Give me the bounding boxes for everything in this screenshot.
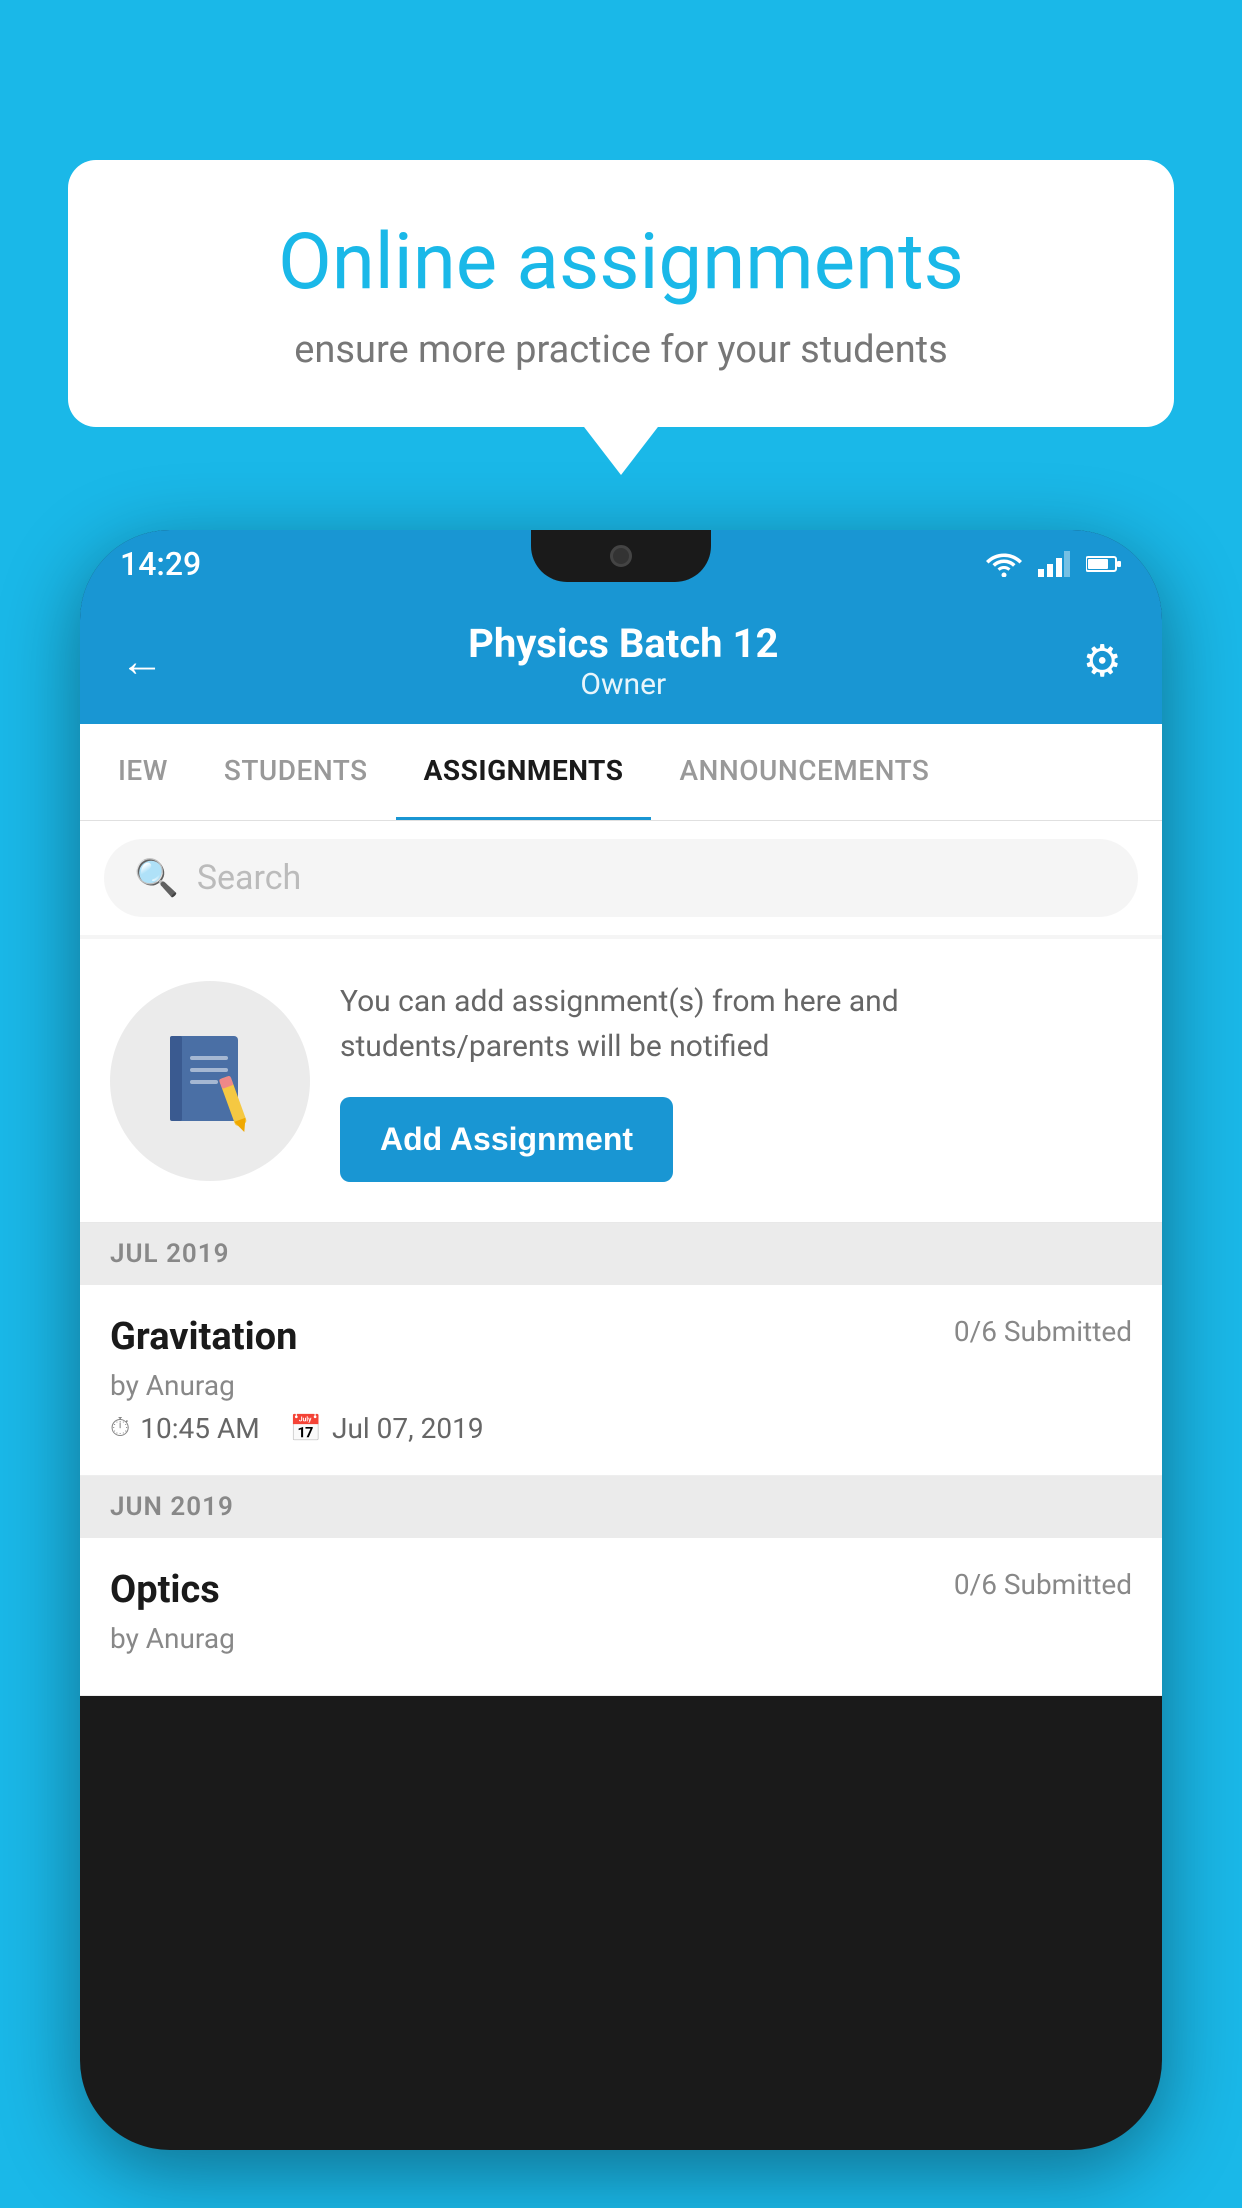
search-icon: 🔍 bbox=[134, 857, 179, 899]
add-assignment-button[interactable]: Add Assignment bbox=[340, 1097, 673, 1182]
status-icons bbox=[986, 551, 1122, 577]
tab-announcements[interactable]: ANNOUNCEMENTS bbox=[651, 724, 957, 820]
search-bar[interactable]: 🔍 Search bbox=[104, 839, 1138, 917]
tab-assignments[interactable]: ASSIGNMENTS bbox=[396, 724, 652, 820]
app-header: ← Physics Batch 12 Owner ⚙ bbox=[80, 598, 1162, 724]
promo-icon-circle bbox=[110, 981, 310, 1181]
assignment-author-optics: by Anurag bbox=[110, 1622, 1132, 1655]
speech-bubble-title: Online assignments bbox=[138, 220, 1104, 306]
assignment-author: by Anurag bbox=[110, 1369, 1132, 1402]
assignment-time: 10:45 AM bbox=[140, 1412, 259, 1445]
notch bbox=[531, 530, 711, 582]
assignment-submitted-optics: 0/6 Submitted bbox=[954, 1568, 1132, 1601]
assignment-submitted: 0/6 Submitted bbox=[954, 1315, 1132, 1348]
assignment-name: Gravitation bbox=[110, 1315, 297, 1359]
back-button[interactable]: ← bbox=[120, 635, 164, 687]
promo-text: You can add assignment(s) from here and … bbox=[340, 979, 1132, 1069]
app-content: 🔍 Search bbox=[80, 821, 1162, 1696]
header-subtitle: Owner bbox=[468, 667, 778, 702]
assignment-item-optics[interactable]: Optics 0/6 Submitted by Anurag bbox=[80, 1538, 1162, 1696]
calendar-icon: 📅 bbox=[290, 1414, 322, 1444]
assignment-meta: ⏱ 10:45 AM 📅 Jul 07, 2019 bbox=[110, 1412, 1132, 1445]
phone-container: 14:29 bbox=[80, 530, 1162, 2208]
settings-button[interactable]: ⚙ bbox=[1083, 635, 1122, 687]
assignment-name-optics: Optics bbox=[110, 1568, 220, 1612]
promo-text-group: You can add assignment(s) from here and … bbox=[340, 979, 1132, 1182]
promo-section: You can add assignment(s) from here and … bbox=[80, 939, 1162, 1223]
tabs-bar: IEW STUDENTS ASSIGNMENTS ANNOUNCEMENTS bbox=[80, 724, 1162, 821]
clock-icon: ⏱ bbox=[110, 1413, 130, 1444]
assignment-date: Jul 07, 2019 bbox=[332, 1412, 484, 1445]
header-title: Physics Batch 12 bbox=[468, 620, 778, 667]
search-container: 🔍 Search bbox=[80, 821, 1162, 935]
speech-bubble-subtitle: ensure more practice for your students bbox=[138, 328, 1104, 372]
battery-icon bbox=[1086, 554, 1122, 574]
assignment-row-top-optics: Optics 0/6 Submitted bbox=[110, 1568, 1132, 1612]
section-header-jul: JUL 2019 bbox=[80, 1223, 1162, 1285]
tab-overview[interactable]: IEW bbox=[90, 724, 196, 820]
tab-students[interactable]: STUDENTS bbox=[196, 724, 396, 820]
status-bar: 14:29 bbox=[80, 530, 1162, 598]
wifi-icon bbox=[986, 551, 1022, 577]
speech-bubble-container: Online assignments ensure more practice … bbox=[68, 160, 1174, 427]
header-title-group: Physics Batch 12 Owner bbox=[468, 620, 778, 702]
status-time: 14:29 bbox=[120, 545, 201, 583]
notch-camera bbox=[610, 545, 632, 567]
search-placeholder: Search bbox=[197, 858, 301, 898]
signal-icon bbox=[1038, 551, 1070, 577]
meta-date: 📅 Jul 07, 2019 bbox=[290, 1412, 484, 1445]
assignment-item-gravitation[interactable]: Gravitation 0/6 Submitted by Anurag ⏱ 10… bbox=[80, 1285, 1162, 1476]
phone-frame: 14:29 bbox=[80, 530, 1162, 2150]
notebook-icon bbox=[155, 1026, 265, 1136]
section-header-jun: JUN 2019 bbox=[80, 1476, 1162, 1538]
speech-bubble: Online assignments ensure more practice … bbox=[68, 160, 1174, 427]
meta-time: ⏱ 10:45 AM bbox=[110, 1412, 260, 1445]
assignment-row-top: Gravitation 0/6 Submitted bbox=[110, 1315, 1132, 1359]
